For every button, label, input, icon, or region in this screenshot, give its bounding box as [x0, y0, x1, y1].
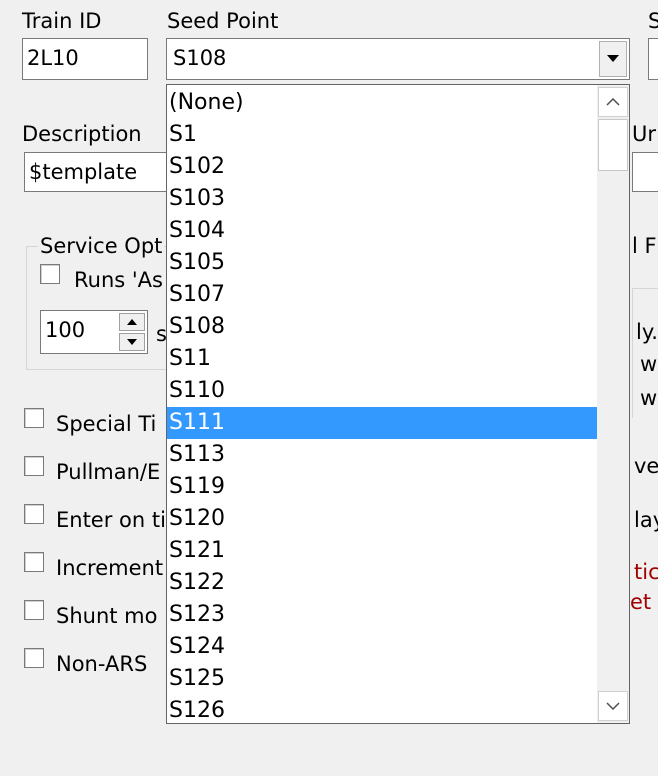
spinner-value: 100	[45, 318, 86, 342]
dropdown-scrollbar[interactable]	[597, 85, 629, 723]
dropdown-option[interactable]: S11	[167, 343, 597, 375]
chevron-down-icon	[607, 55, 619, 62]
shunt-moves-label: Shunt mo	[56, 604, 158, 628]
right-text-ver: ver	[634, 454, 658, 478]
triangle-up-icon	[127, 319, 137, 325]
seed-point-dropdown-list[interactable]: (None) S1 S102 S103 S104 S105 S107 S108 S11 S110 S…	[166, 84, 630, 724]
dropdown-option[interactable]: S104	[167, 215, 597, 247]
dropdown-option[interactable]: S121	[167, 535, 597, 567]
runs-as-checkbox[interactable]	[40, 264, 60, 284]
dropdown-option[interactable]: S119	[167, 471, 597, 503]
seed-point-label-text: Seed Point	[167, 9, 279, 33]
seed-point-label: Seed Point	[167, 9, 278, 33]
dropdown-option[interactable]: S126	[167, 695, 597, 723]
train-id-label: Train ID	[22, 9, 101, 33]
dropdown-option[interactable]: S105	[167, 247, 597, 279]
dropdown-option[interactable]: (None)	[167, 87, 597, 119]
right-text-w2: w	[640, 386, 658, 410]
dropdown-option[interactable]: S103	[167, 183, 597, 215]
dropdown-option[interactable]: S125	[167, 663, 597, 695]
enter-on-time-checkbox[interactable]	[24, 504, 44, 524]
dropdown-option[interactable]: S122	[167, 567, 597, 599]
dropdown-option[interactable]: S120	[167, 503, 597, 535]
non-ars-checkbox[interactable]	[24, 648, 44, 668]
seed-point-value: S108	[173, 46, 227, 70]
chevron-down-icon	[606, 702, 620, 710]
train-id-field[interactable]: 2L10	[22, 38, 148, 80]
pullman-label: Pullman/E	[56, 460, 161, 484]
right-group-label-cut: l F	[632, 234, 657, 258]
dropdown-option[interactable]: S108	[167, 311, 597, 343]
non-ars-label: Non-ARS	[56, 652, 148, 676]
right-text-w1: w	[640, 352, 658, 376]
scroll-down-button[interactable]	[598, 691, 628, 721]
chevron-up-icon	[606, 98, 620, 106]
right-warning-et: et e	[630, 590, 658, 614]
triangle-down-icon	[127, 339, 137, 345]
right-column-label-cut: S	[648, 9, 658, 33]
pullman-checkbox[interactable]	[24, 456, 44, 476]
right-column-field-cut[interactable]	[648, 38, 658, 80]
special-timing-label: Special Ti	[56, 412, 157, 436]
spin-up-button[interactable]	[119, 313, 145, 331]
dropdown-option[interactable]: S113	[167, 439, 597, 471]
seed-point-combobox[interactable]: S108	[166, 38, 630, 80]
train-id-label-text: Train ID	[22, 9, 102, 33]
enter-on-time-label: Enter on ti	[56, 508, 166, 532]
right-text-ly: ly.	[636, 320, 658, 344]
dropdown-option[interactable]: S107	[167, 279, 597, 311]
service-options-label: Service Opt	[38, 234, 165, 258]
shunt-moves-checkbox[interactable]	[24, 600, 44, 620]
spinner-field[interactable]: 100	[40, 310, 148, 354]
scroll-up-button[interactable]	[598, 87, 628, 117]
right-warning-tic: tic	[634, 560, 658, 584]
dropdown-items: (None) S1 S102 S103 S104 S105 S107 S108 S11 S110 S…	[167, 87, 597, 723]
combobox-dropdown-button[interactable]	[599, 41, 627, 77]
right-un-field-cut[interactable]	[632, 152, 658, 192]
scrollbar-thumb[interactable]	[598, 119, 628, 171]
spinner-buttons[interactable]	[119, 313, 145, 351]
increment-label: Increment	[56, 556, 164, 580]
increment-checkbox[interactable]	[24, 552, 44, 572]
dropdown-option[interactable]: S102	[167, 151, 597, 183]
runs-as-label: Runs 'As	[74, 268, 163, 292]
dropdown-option[interactable]: S1	[167, 119, 597, 151]
description-label: Description	[22, 122, 142, 146]
right-text-lay: lay	[634, 508, 658, 532]
dropdown-option[interactable]: S111	[167, 407, 597, 439]
dropdown-option[interactable]: S110	[167, 375, 597, 407]
right-un-label-cut: Ur	[632, 122, 657, 146]
spin-down-button[interactable]	[119, 333, 145, 351]
special-timing-checkbox[interactable]	[24, 408, 44, 428]
description-field[interactable]: $template	[24, 152, 184, 192]
dropdown-option[interactable]: S124	[167, 631, 597, 663]
dropdown-option[interactable]: S123	[167, 599, 597, 631]
